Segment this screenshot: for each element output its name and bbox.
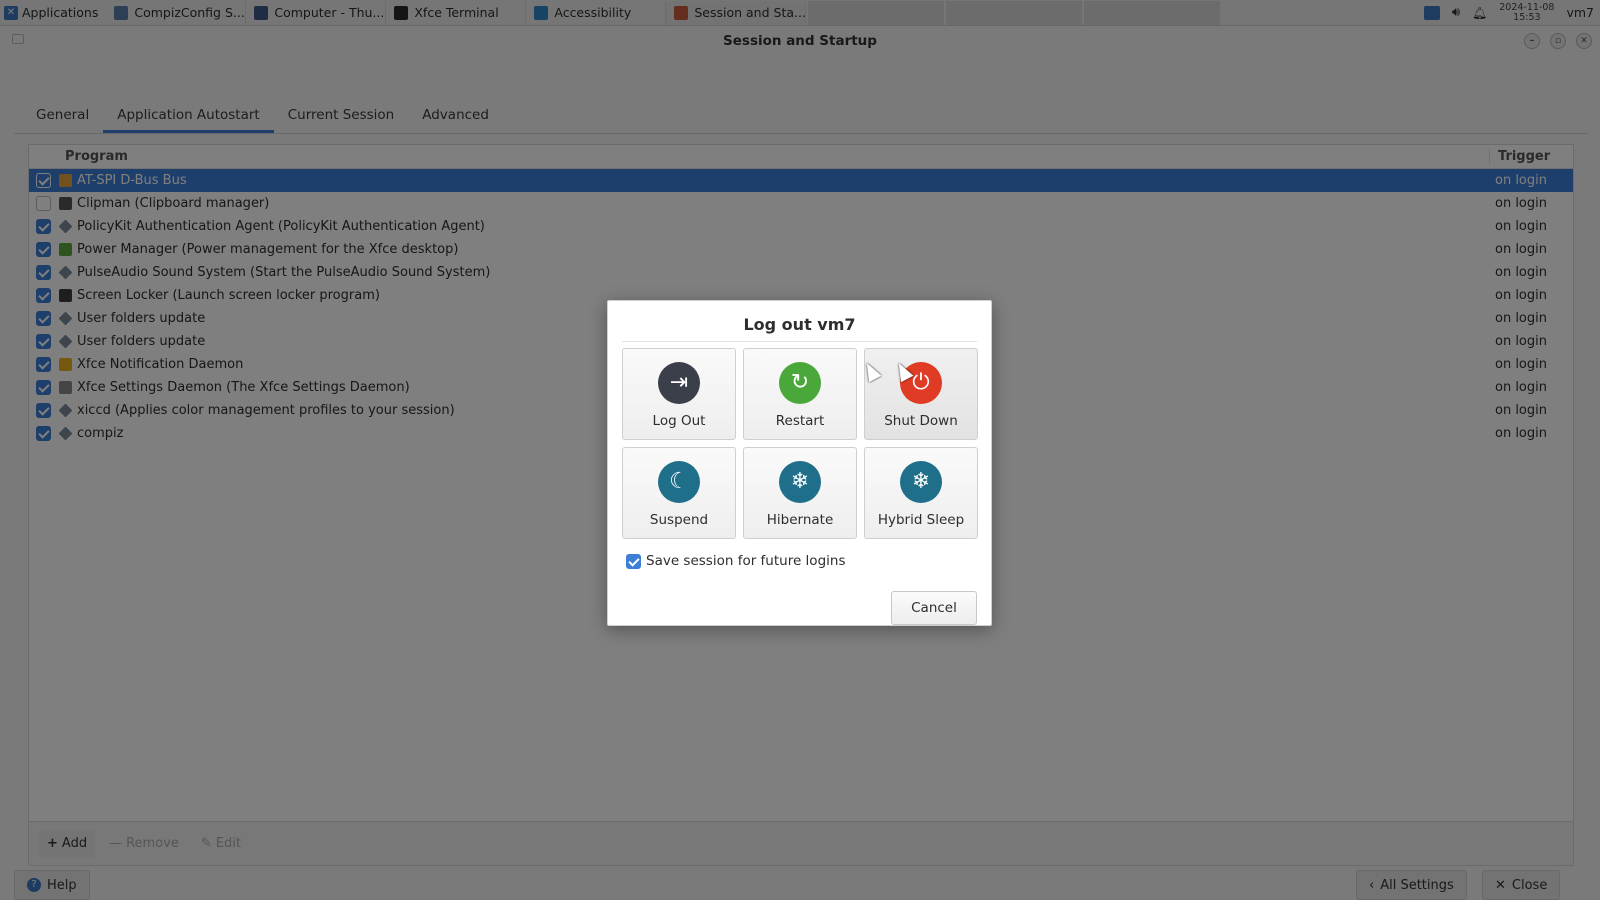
hybrid-sleep-button[interactable]: ❄ Hybrid Sleep bbox=[864, 447, 978, 539]
suspend-icon: ☾ bbox=[658, 461, 700, 503]
action-label: Restart bbox=[775, 413, 825, 429]
hybrid-sleep-icon: ❄ bbox=[900, 461, 942, 503]
dialog-divider bbox=[622, 341, 977, 342]
action-label: Hibernate bbox=[766, 512, 834, 528]
hibernate-icon: ❄ bbox=[779, 461, 821, 503]
cancel-button[interactable]: Cancel bbox=[891, 591, 977, 625]
hibernate-button[interactable]: ❄ Hibernate bbox=[743, 447, 857, 539]
dialog-title: Log out vm7 bbox=[743, 315, 856, 334]
save-session-label: Save session for future logins bbox=[646, 553, 846, 569]
save-session-checkbox[interactable] bbox=[626, 553, 641, 569]
shut-down-button[interactable]: ⏻ Shut Down bbox=[864, 348, 978, 440]
suspend-button[interactable]: ☾ Suspend bbox=[622, 447, 736, 539]
action-label: Shut Down bbox=[884, 413, 958, 429]
action-grid: ⇥ Log Out ↻ Restart ⏻ Shut Down ☾ Suspend ❄ Hiber… bbox=[622, 348, 979, 539]
action-label: Suspend bbox=[649, 512, 709, 528]
save-session-row[interactable]: Save session for future logins bbox=[626, 553, 845, 569]
restart-icon: ↻ bbox=[779, 362, 821, 404]
action-label: Hybrid Sleep bbox=[877, 512, 965, 528]
restart-button[interactable]: ↻ Restart bbox=[743, 348, 857, 440]
logout-icon: ⇥ bbox=[658, 362, 700, 404]
action-label: Log Out bbox=[652, 413, 706, 429]
logout-dialog: Log out vm7 ⇥ Log Out ↻ Restart ⏻ Shut Down ☾ S… bbox=[607, 300, 992, 626]
log-out-button[interactable]: ⇥ Log Out bbox=[622, 348, 736, 440]
